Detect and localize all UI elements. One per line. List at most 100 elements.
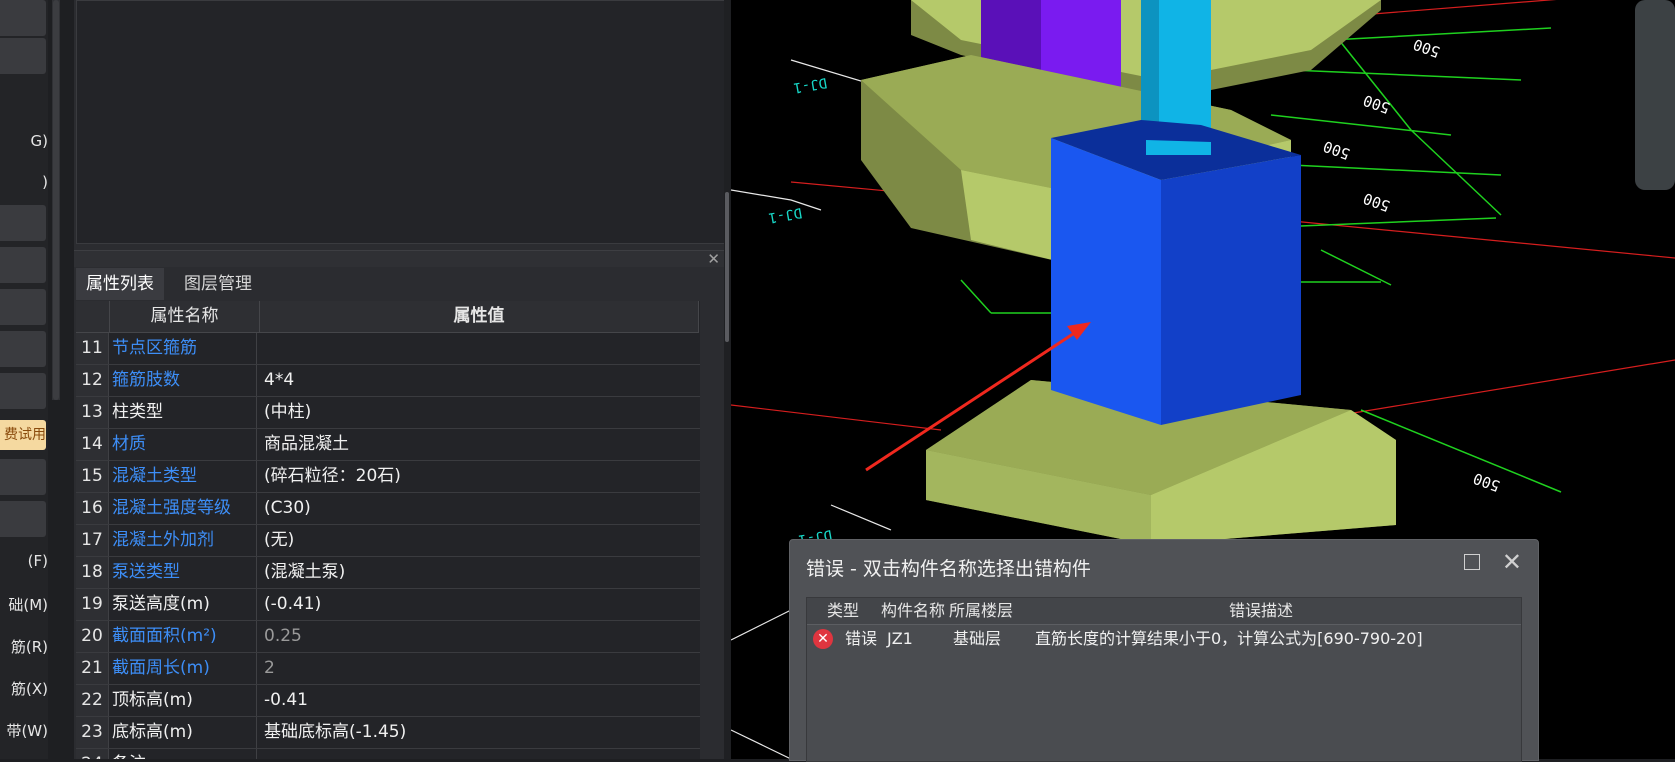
- toolbar-label[interactable]: 础(M): [0, 594, 48, 615]
- row-number: 22: [76, 685, 109, 716]
- property-row[interactable]: 14 材质 商品混凝土: [76, 429, 700, 461]
- property-value[interactable]: (碎石粒径：20石): [260, 461, 694, 492]
- property-value[interactable]: [260, 749, 694, 759]
- property-name[interactable]: 截面面积(m²): [110, 621, 257, 652]
- header-floor[interactable]: 所属楼层: [949, 598, 1013, 624]
- header-component-name[interactable]: 构件名称: [881, 598, 945, 624]
- column-header-value[interactable]: 属性值: [260, 301, 699, 333]
- property-row[interactable]: 20 截面面积(m²) 0.25: [76, 621, 700, 653]
- property-value[interactable]: 0.25: [260, 621, 694, 652]
- toolbar-label[interactable]: 带(W): [0, 720, 48, 741]
- tab-property-list[interactable]: 属性列表: [76, 268, 164, 300]
- row-number: 17: [76, 525, 109, 556]
- toolbar-label[interactable]: ): [0, 173, 48, 191]
- property-name[interactable]: 箍筋肢数: [110, 365, 257, 396]
- grid-line: [731, 729, 792, 759]
- row-number: 12: [76, 365, 109, 396]
- property-row[interactable]: 22 顶标高(m) -0.41: [76, 685, 700, 717]
- dimension-text: 500: [1361, 91, 1393, 117]
- property-name[interactable]: 截面周长(m): [110, 653, 257, 684]
- property-name[interactable]: 备注: [110, 749, 257, 759]
- row-number: 14: [76, 429, 109, 460]
- property-value[interactable]: (无): [260, 525, 694, 556]
- property-row[interactable]: 24备注: [76, 749, 700, 759]
- preview-thumbnail[interactable]: [1635, 0, 1675, 190]
- property-value[interactable]: 4*4: [260, 365, 694, 396]
- maximize-icon[interactable]: [1464, 554, 1480, 570]
- property-row[interactable]: 11 节点区箍筋: [76, 333, 700, 365]
- dimension-text: 500: [1321, 137, 1353, 163]
- dimension-text: 500: [1411, 35, 1443, 61]
- toolbar-button[interactable]: [0, 0, 46, 36]
- property-name[interactable]: 柱类型: [110, 397, 257, 428]
- close-icon[interactable]: ✕: [1502, 546, 1522, 578]
- row-number: 11: [76, 333, 109, 364]
- row-number: 24: [76, 749, 109, 759]
- error-description: 直筋长度的计算结果小于0，计算公式为[690-790-20]: [1035, 629, 1423, 648]
- toolbar-label[interactable]: 筋(R): [0, 636, 48, 657]
- toolbar-button[interactable]: [0, 247, 46, 283]
- toolbar-label[interactable]: G): [0, 132, 48, 150]
- row-number: 15: [76, 461, 109, 492]
- toolbar-label[interactable]: (F): [0, 552, 48, 570]
- scrollbar-thumb[interactable]: [53, 0, 59, 400]
- property-value[interactable]: (混凝土泵): [260, 557, 694, 588]
- property-name[interactable]: 节点区箍筋: [110, 333, 257, 364]
- property-name[interactable]: 混凝土类型: [110, 461, 257, 492]
- panel-splitter[interactable]: [74, 250, 728, 267]
- left-scrollbar[interactable]: [52, 0, 60, 400]
- property-name[interactable]: 泵送类型: [110, 557, 257, 588]
- property-name[interactable]: 材质: [110, 429, 257, 460]
- error-type: 错误: [845, 629, 878, 648]
- left-toolbar: G) ) 费试用 (F) 础(M) 筋(R) 筋(X) 带(W): [0, 0, 48, 759]
- property-value[interactable]: 商品混凝土: [260, 429, 694, 460]
- toolbar-button[interactable]: [0, 373, 46, 409]
- property-row[interactable]: 16 混凝土强度等级 (C30): [76, 493, 700, 525]
- property-row[interactable]: 15 混凝土类型 (碎石粒径：20石): [76, 461, 700, 493]
- cyan-cylinder-joint: [1146, 140, 1211, 155]
- error-row[interactable]: ✕ 错误 JZ1 基础层 直筋长度的计算结果小于0，计算公式为[690-790-…: [807, 626, 1521, 652]
- upper-pane: [76, 0, 728, 244]
- property-value[interactable]: -0.41: [260, 685, 694, 716]
- property-value[interactable]: 2: [260, 653, 694, 684]
- toolbar-button[interactable]: [0, 501, 46, 537]
- toolbar-button[interactable]: [0, 205, 46, 241]
- tab-layer-management[interactable]: 图层管理: [174, 268, 262, 300]
- property-value[interactable]: (中柱): [260, 397, 694, 428]
- property-name[interactable]: 泵送高度(m): [110, 589, 257, 620]
- property-row[interactable]: 18 泵送类型 (混凝土泵): [76, 557, 700, 589]
- free-trial-badge[interactable]: 费试用: [0, 420, 46, 450]
- property-value[interactable]: 基础底标高(-1.45): [260, 717, 694, 748]
- property-row[interactable]: 19 泵送高度(m) (-0.41): [76, 589, 700, 621]
- property-name[interactable]: 顶标高(m): [110, 685, 257, 716]
- toolbar-button[interactable]: [0, 331, 46, 367]
- row-number: 21: [76, 653, 109, 684]
- property-grid: 属性名称 属性值 11 节点区箍筋 12 箍筋肢数 4*4 13 柱类型 (中柱) 14 材质 商品…: [76, 301, 700, 759]
- property-value[interactable]: (C30): [260, 493, 694, 524]
- toolbar-label[interactable]: 筋(X): [0, 678, 48, 699]
- panel-tabs: 属性列表 图层管理: [74, 268, 728, 300]
- error-component-name[interactable]: JZ1: [887, 626, 913, 652]
- panel-close-icon[interactable]: ✕: [707, 250, 720, 268]
- property-row[interactable]: 23 底标高(m) 基础底标高(-1.45): [76, 717, 700, 749]
- toolbar-button[interactable]: [0, 38, 46, 74]
- property-name[interactable]: 混凝土强度等级: [110, 493, 257, 524]
- property-row[interactable]: 17 混凝土外加剂 (无): [76, 525, 700, 557]
- property-name[interactable]: 底标高(m): [110, 717, 257, 748]
- property-value[interactable]: (-0.41): [260, 589, 694, 620]
- column-header-name[interactable]: 属性名称: [110, 301, 260, 333]
- scrollbar-thumb[interactable]: [725, 192, 729, 342]
- header-description[interactable]: 错误描述: [1229, 598, 1293, 624]
- toolbar-button[interactable]: [0, 289, 46, 325]
- axis-line-red: [731, 404, 942, 431]
- toolbar-button[interactable]: [0, 459, 46, 495]
- splitter-scrollbar[interactable]: [724, 0, 730, 759]
- property-row[interactable]: 12 箍筋肢数 4*4: [76, 365, 700, 397]
- property-value[interactable]: [260, 333, 694, 364]
- property-name[interactable]: 混凝土外加剂: [110, 525, 257, 556]
- property-row[interactable]: 13 柱类型 (中柱): [76, 397, 700, 429]
- axis-line-red: [1310, 359, 1675, 421]
- header-type[interactable]: 类型: [827, 598, 859, 624]
- property-row[interactable]: 21 截面周长(m) 2: [76, 653, 700, 685]
- row-number: 16: [76, 493, 109, 524]
